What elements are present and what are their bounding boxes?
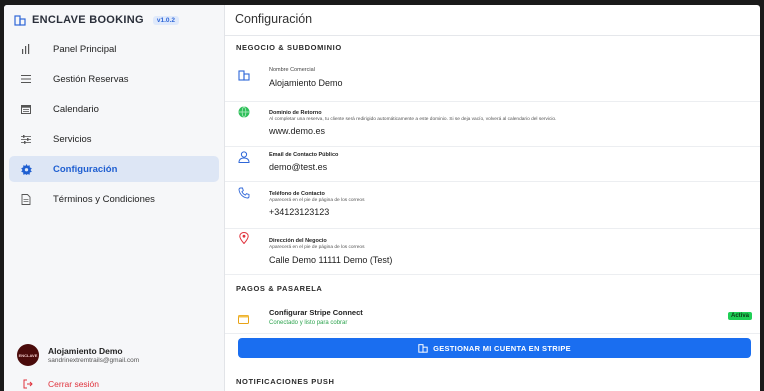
public-email-field: Email de Contacto Público demo@test.es: [225, 147, 760, 182]
app-name: ENCLAVE BOOKING: [32, 14, 144, 26]
sidebar-item-gestion-reservas[interactable]: Gestión Reservas: [9, 66, 219, 92]
commercial-name-input[interactable]: Alojamiento Demo: [269, 78, 343, 88]
return-domain-field: Dominio de Retorno Al completar una rese…: [225, 102, 760, 147]
page-title: Configuración: [235, 12, 313, 26]
version-badge: v1.0.2: [152, 15, 179, 25]
address-input[interactable]: Calle Demo 11111 Demo (Test): [269, 255, 392, 265]
list-icon: [20, 73, 32, 85]
sidebar-item-servicios[interactable]: Servicios: [9, 126, 219, 152]
manage-stripe-label: GESTIONAR MI CUENTA EN STRIPE: [433, 343, 571, 353]
sidebar-item-panel-principal[interactable]: Panel Principal: [9, 36, 219, 62]
brand: ENCLAVE BOOKING v1.0.2: [4, 5, 224, 35]
phone-icon: [238, 187, 250, 199]
user-email: sandrinextremtrails@gmail.com: [48, 357, 140, 364]
user-icon: [238, 151, 250, 163]
section-heading-business: NEGOCIO & SUBDOMINIO: [236, 43, 342, 52]
public-email-input[interactable]: demo@test.es: [269, 162, 327, 172]
calendar-icon: [20, 103, 32, 115]
map-pin-icon: [239, 232, 249, 244]
field-label: Dominio de Retorno: [269, 110, 322, 116]
field-label: Email de Contacto Público: [269, 152, 339, 158]
logout-button[interactable]: Cerrar sesión: [23, 379, 99, 389]
divider: [225, 35, 760, 36]
commercial-name-field: Nombre Comercial Alojamiento Demo: [225, 57, 760, 102]
return-domain-input[interactable]: www.demo.es: [269, 126, 325, 136]
main-content: Configuración NEGOCIO & SUBDOMINIO Nombr…: [225, 5, 760, 391]
field-label: Nombre Comercial: [269, 67, 315, 73]
sidebar-item-label: Gestión Reservas: [53, 73, 129, 85]
sidebar-nav: Panel Principal Gestión Reservas Calenda…: [4, 36, 224, 212]
sliders-icon: [20, 133, 32, 145]
field-help: Aparecerá en el pie de página de los cor…: [269, 245, 365, 250]
app-window: ENCLAVE BOOKING v1.0.2 Panel Principal G…: [4, 5, 760, 391]
globe-icon: [238, 106, 250, 118]
wallet-icon: [238, 315, 249, 324]
stripe-connect-row: Configurar Stripe Connect Conectado y li…: [225, 304, 760, 334]
stripe-status: Conectado y listo para cobrar: [269, 320, 348, 326]
bar-chart-icon: [20, 43, 32, 55]
sidebar-item-calendario[interactable]: Calendario: [9, 96, 219, 122]
document-icon: [20, 193, 32, 205]
sidebar-item-label: Servicios: [53, 133, 92, 145]
user-name: Alojamiento Demo: [48, 346, 123, 356]
user-info: Alojamiento Demo sandrinextremtrails@gma…: [48, 346, 139, 364]
user-profile[interactable]: ENCLAVE Alojamiento Demo sandrinextremtr…: [17, 344, 139, 366]
section-heading-payments: PAGOS & PASARELA: [236, 284, 323, 293]
field-help: Al completar una reserva, tu cliente ser…: [269, 117, 557, 122]
building-icon: [14, 15, 26, 26]
manage-stripe-button[interactable]: GESTIONAR MI CUENTA EN STRIPE: [238, 338, 751, 358]
building-icon: [238, 70, 250, 81]
phone-input[interactable]: +34123123123: [269, 207, 329, 217]
status-badge: Activa: [727, 312, 752, 320]
stripe-title: Configurar Stripe Connect: [269, 308, 363, 317]
field-label: Teléfono de Contacto: [269, 191, 325, 197]
section-heading-notifications: NOTIFICACIONES PUSH: [236, 377, 335, 386]
sidebar-item-configuracion[interactable]: Configuración: [9, 156, 219, 182]
sidebar-item-label: Panel Principal: [53, 43, 117, 55]
sidebar: ENCLAVE BOOKING v1.0.2 Panel Principal G…: [4, 5, 225, 391]
sidebar-item-label: Configuración: [53, 163, 118, 175]
field-help: Aparecerá en el pie de página de los cor…: [269, 198, 365, 203]
address-field: Dirección del Negocio Aparecerá en el pi…: [225, 229, 760, 275]
logout-icon: [23, 379, 33, 389]
field-label: Dirección del Negocio: [269, 238, 327, 244]
sidebar-item-label: Términos y Condiciones: [53, 193, 155, 205]
building-icon: [418, 344, 428, 353]
logout-label: Cerrar sesión: [48, 379, 100, 389]
gear-icon: [20, 163, 32, 175]
avatar: ENCLAVE: [17, 344, 39, 366]
sidebar-item-label: Calendario: [53, 103, 99, 115]
sidebar-item-terminos[interactable]: Términos y Condiciones: [9, 186, 219, 212]
phone-field: Teléfono de Contacto Aparecerá en el pie…: [225, 182, 760, 229]
